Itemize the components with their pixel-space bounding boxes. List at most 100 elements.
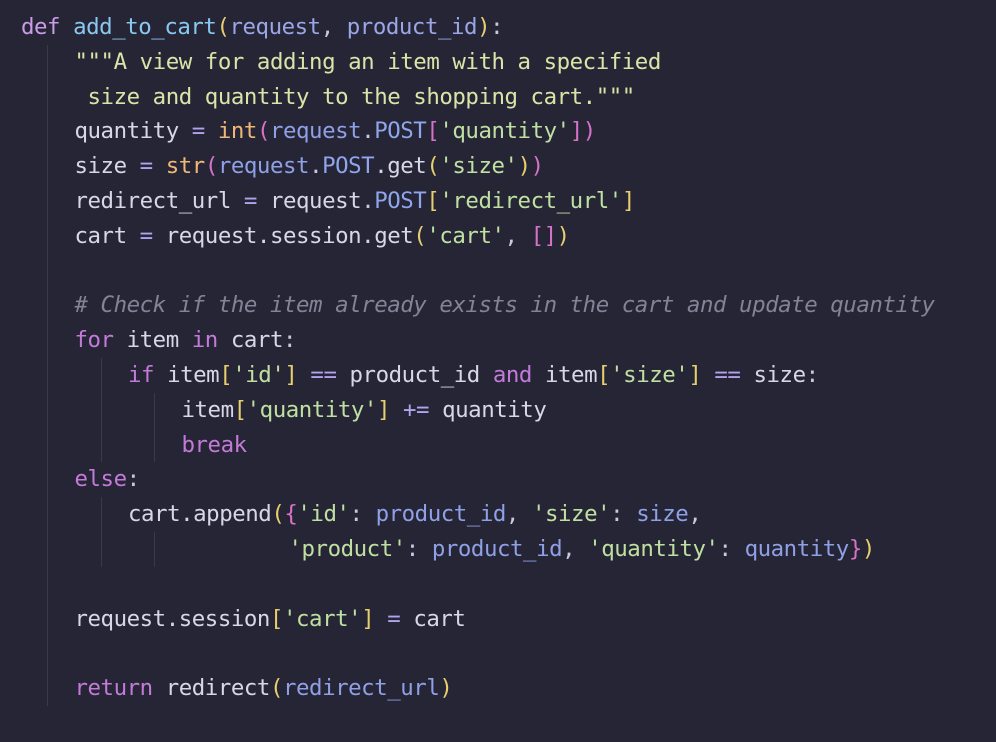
code-line[interactable]: else: — [0, 462, 935, 498]
code-token-punct: : — [718, 535, 745, 562]
code-token-var: item — [181, 396, 235, 423]
code-token-ident-param: product_id — [375, 501, 507, 528]
code-token-kw-ctrl: if — [128, 361, 155, 388]
code-token-punct: . — [361, 118, 375, 145]
code-token-var: cart — [217, 327, 284, 354]
code-token-paren: ( — [426, 153, 440, 180]
code-line[interactable]: item['quantity'] += quantity — [0, 392, 935, 428]
code-token-paren: [ — [269, 605, 283, 632]
code-token-var: .get — [374, 153, 427, 180]
code-token-bracket: ) — [530, 153, 544, 180]
code-token-param: product_id — [346, 14, 478, 40]
code-token-kw-def: def — [21, 14, 61, 40]
code-token-var: size — [753, 361, 807, 388]
indent-guide — [100, 497, 102, 532]
code-token-punct: : — [126, 466, 140, 493]
code-line[interactable]: """A view for adding an item with a spec… — [0, 44, 935, 80]
code-token-kw-ctrl: and — [492, 361, 533, 388]
code-token-op: == — [701, 361, 754, 388]
code-line[interactable]: return redirect(redirect_url) — [0, 671, 935, 706]
code-token-builtin: int — [217, 118, 258, 145]
indent-guide — [47, 636, 48, 672]
code-token-paren: [ — [219, 361, 233, 388]
code-token-bracket: [] — [530, 222, 558, 249]
code-token-bracket: [ — [426, 118, 440, 145]
code-token-paren: ] — [688, 361, 702, 388]
code-token-var: item — [113, 327, 192, 354]
code-line[interactable] — [0, 636, 935, 672]
indent-guide — [47, 531, 48, 567]
indent-guide — [47, 462, 48, 498]
code-line[interactable]: size = str(request.POST.get('size')) — [0, 149, 935, 184]
code-line[interactable]: for item in cart: — [0, 323, 935, 358]
indent-guide — [154, 392, 155, 428]
code-token-bracket: ] — [569, 118, 583, 145]
code-line[interactable]: def add_to_cart(request, product_id): — [0, 10, 935, 45]
code-token-paren: ) — [477, 14, 491, 40]
code-token-var: size — [74, 153, 128, 180]
indent-guide — [47, 427, 48, 463]
code-token-bracket: { — [284, 501, 298, 528]
code-line[interactable]: cart.append({'id': product_id, 'size': s… — [0, 497, 935, 532]
code-token-punct: , — [688, 501, 702, 528]
code-token-bracket: ) — [582, 118, 596, 145]
code-token-var: request.session.get — [165, 222, 414, 249]
code-token-str: 'size' — [439, 153, 518, 180]
code-line[interactable]: request.session['cart'] = cart — [0, 601, 935, 637]
code-token-str: 'quantity' — [439, 118, 570, 145]
code-token-paren: ] — [376, 396, 390, 423]
code-token-str: 'quantity' — [588, 535, 719, 562]
code-token-paren: ( — [269, 675, 283, 702]
code-token-docstr: """A view for adding an item with a spec… — [74, 48, 662, 75]
code-line[interactable]: # Check if the item already exists in th… — [0, 288, 935, 324]
code-token-paren: ) — [556, 222, 570, 249]
code-token-punct: , — [505, 501, 532, 528]
code-token-var: product_id — [349, 361, 493, 388]
indent-guide — [47, 79, 48, 115]
code-token-docstr: size and quantity to the shopping cart."… — [74, 83, 636, 110]
code-token-bracket: ( — [204, 153, 218, 180]
code-token-paren: ] — [361, 605, 375, 632]
code-token-paren: ] — [621, 187, 635, 214]
code-token-comment: # Check if the item already exists in th… — [74, 292, 935, 319]
indent-guide — [47, 114, 48, 150]
code-token-str: 'id' — [232, 361, 285, 388]
code-token-var: cart — [413, 605, 466, 632]
code-token-paren: [ — [233, 396, 247, 423]
code-line[interactable]: size and quantity to the shopping cart."… — [0, 79, 935, 115]
indent-guide — [47, 183, 48, 219]
code-token-str: 'id' — [297, 501, 350, 528]
code-line[interactable] — [0, 253, 935, 289]
code-token-ident-param: redirect_url — [283, 675, 440, 702]
indent-guide — [47, 392, 48, 428]
code-token-ident-param: product_id — [431, 535, 563, 562]
code-token-ident-param: request — [269, 118, 362, 145]
code-token-bracket: } — [848, 535, 862, 562]
code-token-param: request — [229, 14, 322, 40]
code-token-paren: ( — [271, 501, 285, 528]
code-token-var — [60, 14, 73, 40]
code-token-bracket: ( — [256, 118, 270, 145]
indent-guide — [100, 427, 102, 463]
code-line[interactable]: redirect_url = request.POST['redirect_ur… — [0, 183, 935, 219]
code-token-kw-ctrl: in — [191, 327, 219, 354]
code-token-kw-ctrl: for — [74, 327, 115, 354]
code-token-op: == — [297, 361, 350, 388]
code-token-var: request — [269, 187, 362, 214]
code-line[interactable] — [0, 566, 935, 602]
code-line[interactable]: cart = request.session.get('cart', []) — [0, 218, 935, 254]
code-block[interactable]: def add_to_cart(request, product_id): """… — [0, 10, 935, 706]
indent-guide — [154, 427, 155, 463]
indent-guide — [47, 253, 48, 289]
code-line[interactable]: if item['id'] == product_id and item['si… — [0, 357, 935, 393]
code-token-var: quantity — [74, 118, 180, 145]
code-token-kw-ctrl: break — [181, 431, 248, 458]
code-token-op: = — [178, 118, 218, 145]
code-token-str: 'product' — [288, 535, 407, 562]
indent-guide — [47, 288, 48, 324]
code-line[interactable]: quantity = int(request.POST['quantity']) — [0, 114, 935, 150]
code-line[interactable]: break — [0, 427, 935, 463]
code-editor[interactable]: def add_to_cart(request, product_id): """… — [0, 0, 996, 742]
indent-guide — [47, 149, 48, 184]
code-line[interactable]: 'product': product_id, 'quantity': quant… — [0, 531, 935, 567]
